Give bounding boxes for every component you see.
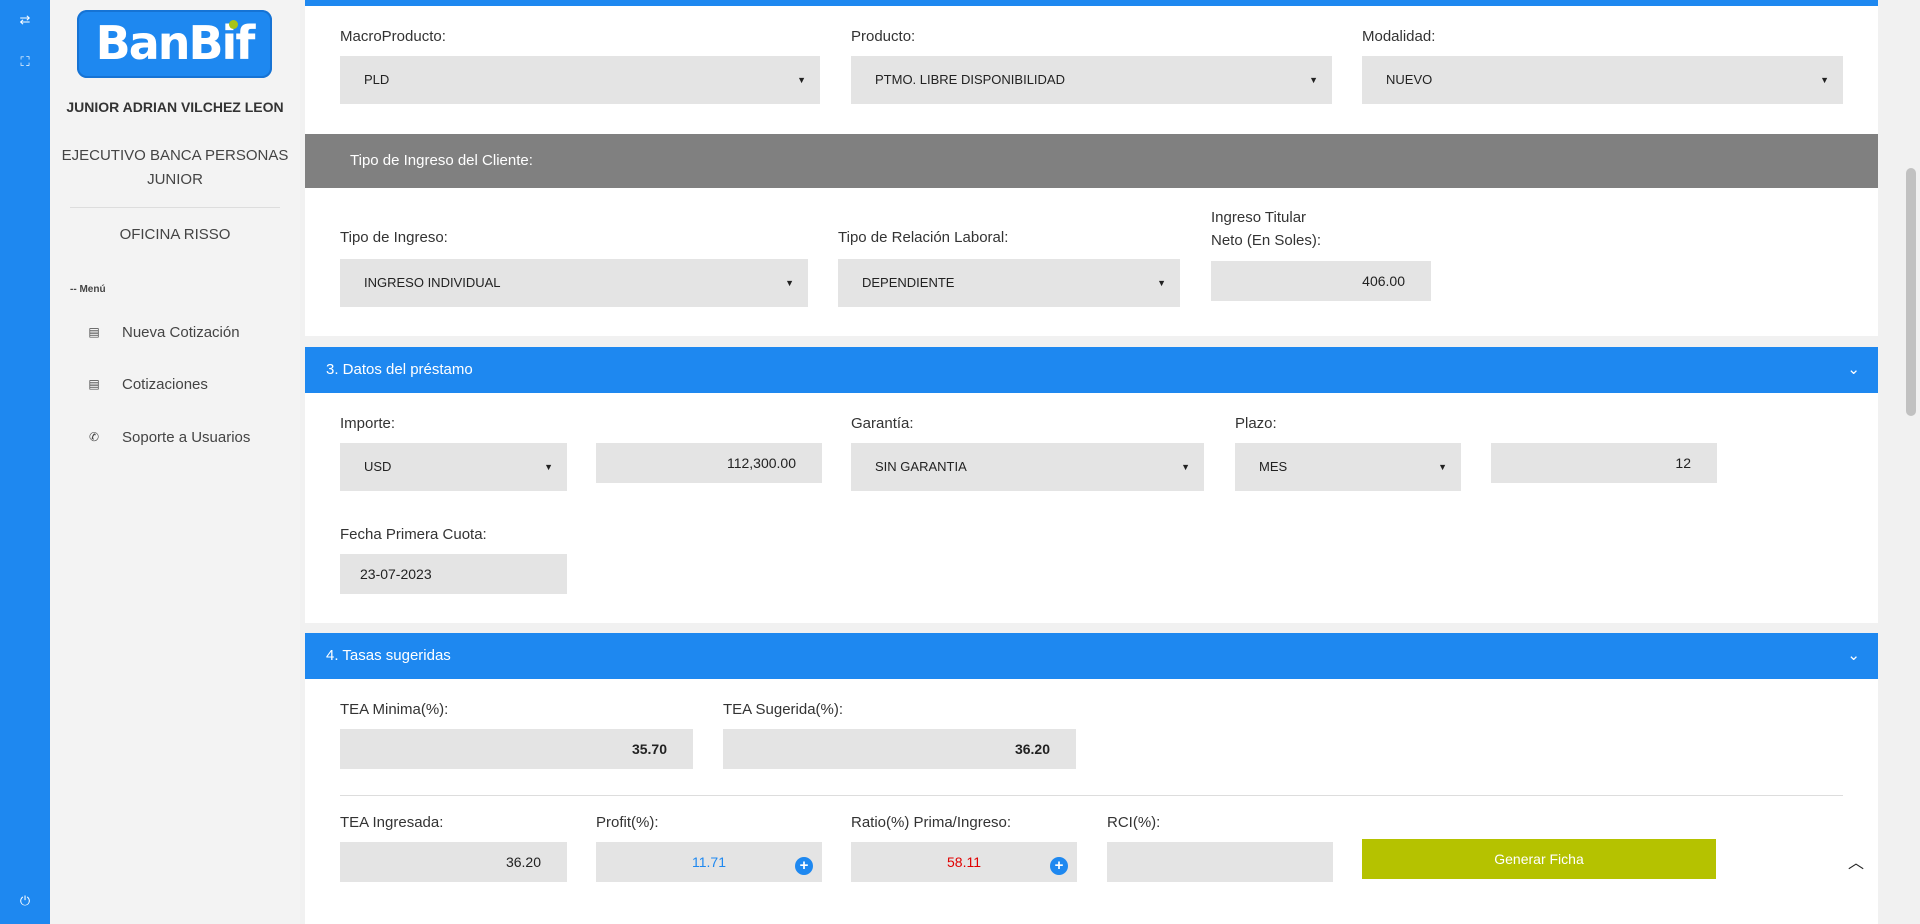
tipo-ingreso-band: Tipo de Ingreso del Cliente: xyxy=(305,134,1878,188)
fecha-primera-cuota-label: Fecha Primera Cuota: xyxy=(340,526,487,543)
moneda-value: USD xyxy=(364,459,392,474)
tasas-divider xyxy=(340,795,1843,796)
caret-down-icon: ▼ xyxy=(785,278,794,288)
caret-down-icon: ▼ xyxy=(544,462,553,472)
caret-down-icon: ▼ xyxy=(1309,75,1318,85)
section-title: 4. Tasas sugeridas xyxy=(326,647,451,664)
tea-minima-label: TEA Minima(%): xyxy=(340,701,449,718)
phone-icon: ✆ xyxy=(88,430,100,444)
swap-icon[interactable]: ⇄ xyxy=(15,10,35,30)
modalidad-label: Modalidad: xyxy=(1362,28,1436,45)
ingreso-card: Tipo de Ingreso: INGRESO INDIVIDUAL ▼ Ti… xyxy=(305,188,1878,336)
tasas-card: TEA Minima(%): 35.70 TEA Sugerida(%): 36… xyxy=(305,679,1878,924)
power-icon[interactable]: ⏻ xyxy=(15,891,35,911)
tea-ingresada-input[interactable]: 36.20 xyxy=(340,842,567,882)
chevron-down-icon[interactable]: ⌄ xyxy=(1847,347,1860,393)
producto-label: Producto: xyxy=(851,28,916,45)
plus-circle-icon[interactable]: + xyxy=(1050,857,1068,875)
sidebar-item-label: Soporte a Usuarios xyxy=(122,428,251,446)
plus-circle-icon[interactable]: + xyxy=(795,857,813,875)
tipo-ingreso-select[interactable]: INGRESO INDIVIDUAL ▼ xyxy=(340,259,808,307)
caret-down-icon: ▼ xyxy=(1181,462,1190,472)
tea-minima-input[interactable]: 35.70 xyxy=(340,729,693,769)
importe-label: Importe: xyxy=(340,415,396,432)
rci-input[interactable] xyxy=(1107,842,1333,882)
macroproducto-value: PLD xyxy=(364,72,390,87)
moneda-select[interactable]: USD ▼ xyxy=(340,443,567,491)
sidebar: BanBif JUNIOR ADRIAN VILCHEZ LEON EJECUT… xyxy=(50,0,300,924)
caret-down-icon: ▼ xyxy=(1820,75,1829,85)
profit-label: Profit(%): xyxy=(596,814,659,831)
plazo-unit-value: MES xyxy=(1259,459,1288,474)
macroproducto-label: MacroProducto: xyxy=(340,28,446,45)
left-rail: ⇄ ⛶ ⏻ xyxy=(0,0,50,924)
ingreso-neto-label-1: Ingreso Titular xyxy=(1211,209,1307,226)
id-card-icon: ▤ xyxy=(88,377,100,391)
modalidad-value: NUEVO xyxy=(1386,72,1433,87)
relacion-laboral-value: DEPENDIENTE xyxy=(862,275,955,290)
sidebar-item-soporte[interactable]: ✆ Soporte a Usuarios xyxy=(84,425,250,449)
caret-down-icon: ▼ xyxy=(1157,278,1166,288)
user-name: JUNIOR ADRIAN VILCHEZ LEON xyxy=(66,99,284,115)
caret-down-icon: ▼ xyxy=(797,75,806,85)
sidebar-item-label: Nueva Cotización xyxy=(122,323,240,341)
sidebar-item-nueva-cotizacion[interactable]: ▤ Nueva Cotización xyxy=(84,320,240,344)
scrollbar[interactable] xyxy=(1902,0,1920,924)
garantia-select[interactable]: SIN GARANTIA ▼ xyxy=(851,443,1204,491)
tipo-ingreso-value: INGRESO INDIVIDUAL xyxy=(364,275,501,290)
office-name: OFICINA RISSO xyxy=(119,226,231,243)
scrollbar-thumb[interactable] xyxy=(1906,168,1916,416)
fullscreen-icon[interactable]: ⛶ xyxy=(15,52,35,72)
macroproducto-select[interactable]: PLD ▼ xyxy=(340,56,820,104)
logo-dot xyxy=(229,20,238,29)
tea-ingresada-label: TEA Ingresada: xyxy=(340,814,444,831)
sidebar-divider xyxy=(70,207,280,208)
id-card-icon: ▤ xyxy=(88,325,100,339)
generar-ficha-button[interactable]: Generar Ficha xyxy=(1362,839,1716,879)
garantia-label: Garantía: xyxy=(851,415,914,432)
menu-label: -- Menú xyxy=(70,284,106,295)
modalidad-select[interactable]: NUEVO ▼ xyxy=(1362,56,1843,104)
tea-sugerida-input[interactable]: 36.20 xyxy=(723,729,1076,769)
product-card: MacroProducto: PLD ▼ Producto: PTMO. LIB… xyxy=(305,6,1878,134)
ratio-prima-input[interactable]: 58.11 xyxy=(851,842,1077,882)
ingreso-neto-label-2: Neto (En Soles): xyxy=(1211,232,1322,249)
rci-label: RCI(%): xyxy=(1107,814,1161,831)
importe-input[interactable]: 112,300.00 xyxy=(596,443,822,483)
producto-value: PTMO. LIBRE DISPONIBILIDAD xyxy=(875,72,1065,87)
relacion-laboral-label: Tipo de Relación Laboral: xyxy=(838,229,1009,246)
user-role: EJECUTIVO BANCA PERSONAS JUNIOR xyxy=(61,147,289,188)
profit-input[interactable]: 11.71 xyxy=(596,842,822,882)
sidebar-item-label: Cotizaciones xyxy=(122,375,208,393)
section-title: 3. Datos del préstamo xyxy=(326,361,473,378)
banbif-logo: BanBif xyxy=(77,10,272,78)
plazo-input[interactable]: 12 xyxy=(1491,443,1717,483)
producto-select[interactable]: PTMO. LIBRE DISPONIBILIDAD ▼ xyxy=(851,56,1332,104)
plazo-label: Plazo: xyxy=(1235,415,1277,432)
fecha-primera-cuota-input[interactable]: 23-07-2023 xyxy=(340,554,567,594)
chevron-up-icon[interactable]: ︿ xyxy=(1848,849,1864,873)
main-content: MacroProducto: PLD ▼ Producto: PTMO. LIB… xyxy=(300,0,1920,924)
chevron-down-icon[interactable]: ⌄ xyxy=(1847,633,1860,679)
garantia-value: SIN GARANTIA xyxy=(875,459,967,474)
relacion-laboral-select[interactable]: DEPENDIENTE ▼ xyxy=(838,259,1180,307)
ingreso-neto-input[interactable]: 406.00 xyxy=(1211,261,1431,301)
section-tasas-header[interactable]: 4. Tasas sugeridas ⌄ xyxy=(305,633,1878,679)
plazo-unit-select[interactable]: MES ▼ xyxy=(1235,443,1461,491)
caret-down-icon: ▼ xyxy=(1438,462,1447,472)
tea-sugerida-label: TEA Sugerida(%): xyxy=(723,701,844,718)
tipo-ingreso-label: Tipo de Ingreso: xyxy=(340,229,448,246)
ratio-prima-label: Ratio(%) Prima/Ingreso: xyxy=(851,814,1012,831)
sidebar-item-cotizaciones[interactable]: ▤ Cotizaciones xyxy=(84,372,208,396)
section-datos-prestamo-header[interactable]: 3. Datos del préstamo ⌄ xyxy=(305,347,1878,393)
prestamo-card: Importe: USD ▼ 112,300.00 Garantía: SIN … xyxy=(305,393,1878,623)
